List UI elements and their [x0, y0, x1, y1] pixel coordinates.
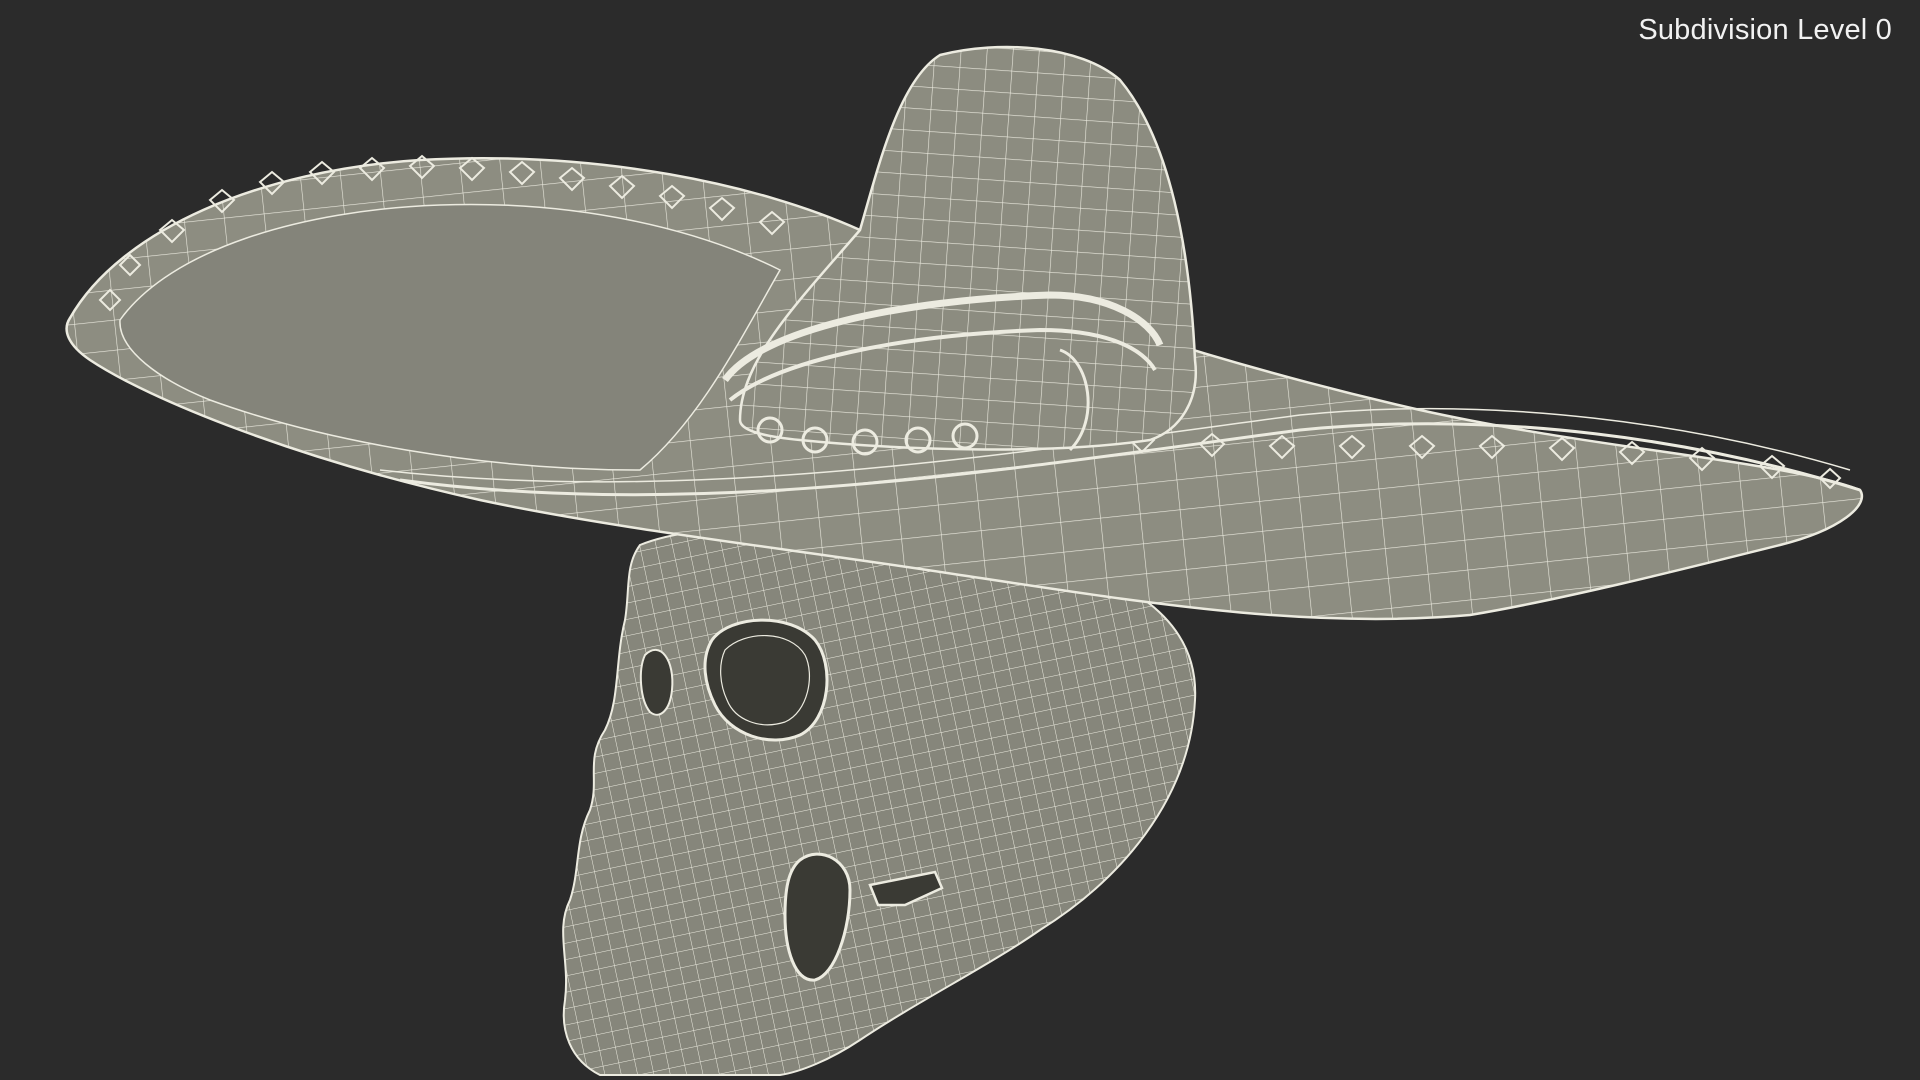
skull-model — [562, 524, 1197, 1076]
render-viewport: Subdivision Level 0 — [0, 0, 1920, 1080]
wireframe-render — [65, 45, 1863, 1076]
subdivision-level-label: Subdivision Level 0 — [1638, 14, 1892, 46]
